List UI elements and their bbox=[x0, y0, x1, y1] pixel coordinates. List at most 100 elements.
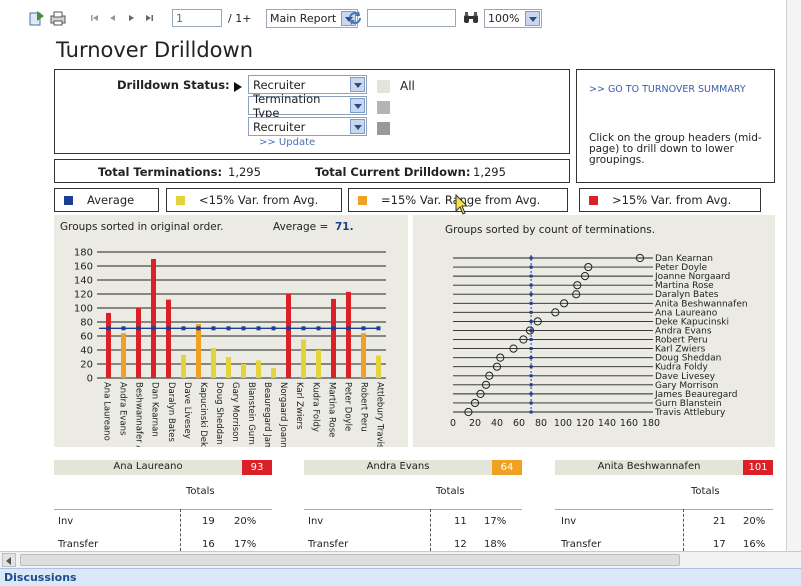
drilldown-all-label: All bbox=[400, 79, 415, 93]
table-cell-type: Transfer bbox=[58, 539, 99, 550]
table-cell-count: 19 bbox=[202, 516, 215, 527]
drilldown-select-2[interactable]: Termination Type bbox=[248, 92, 367, 120]
average-marker bbox=[226, 326, 231, 331]
update-link[interactable]: >> Update bbox=[259, 137, 315, 148]
bar bbox=[346, 291, 351, 378]
totals-header: Totals bbox=[436, 486, 465, 497]
discussions-bar[interactable]: Discussions bbox=[0, 568, 801, 586]
y-tick-label: 60 bbox=[80, 332, 93, 343]
table-cell-pct: 16% bbox=[743, 539, 766, 550]
table-cell-pct: 17% bbox=[234, 539, 257, 550]
x-tick-label: Andra Evans bbox=[118, 382, 128, 436]
x-tick-label: 140 bbox=[598, 418, 616, 429]
go-to-summary-link[interactable]: >> GO TO TURNOVER SUMMARY bbox=[589, 84, 746, 95]
last-page-icon[interactable] bbox=[140, 9, 158, 27]
print-icon[interactable] bbox=[49, 9, 67, 27]
scroll-left-icon[interactable] bbox=[2, 553, 16, 567]
x-tick-label: Kapucinski Deke bbox=[198, 382, 208, 447]
total-drilldown-value: 1,295 bbox=[473, 165, 506, 179]
drilldown-hint-text: Click on the group headers (mid-page) to… bbox=[589, 132, 762, 166]
bar bbox=[331, 298, 336, 378]
group-header-ana-laureano[interactable]: Ana Laureano 93 bbox=[54, 460, 272, 475]
average-marker bbox=[361, 326, 366, 331]
x-tick-label: Ana Laureano bbox=[102, 382, 112, 441]
totals-header: Totals bbox=[691, 486, 720, 497]
y-tick-label: 140 bbox=[74, 276, 93, 287]
y-tick-label: 40 bbox=[80, 346, 93, 357]
dot-chart-panel: Groups sorted by count of terminations. … bbox=[413, 215, 775, 447]
x-tick-label: Gary Morrison bbox=[230, 382, 240, 442]
total-terminations-label: Total Terminations: bbox=[98, 165, 223, 179]
y-tick-label: 100 bbox=[74, 304, 93, 315]
table-cell-count: 17 bbox=[713, 539, 726, 550]
average-marker bbox=[166, 326, 171, 331]
bar bbox=[271, 368, 276, 378]
average-marker bbox=[286, 326, 291, 331]
x-tick-label: Daralyn Bates bbox=[166, 382, 176, 443]
x-tick-label: 180 bbox=[642, 418, 660, 429]
binoculars-icon[interactable] bbox=[461, 9, 481, 27]
bar bbox=[196, 324, 201, 378]
group-header-andra-evans[interactable]: Andra Evans 64 bbox=[304, 460, 522, 475]
mouse-cursor-icon bbox=[455, 194, 469, 215]
bar bbox=[121, 333, 126, 378]
average-marker bbox=[316, 326, 321, 331]
scroll-thumb[interactable] bbox=[20, 554, 680, 566]
zoom-select-value: 100% bbox=[488, 12, 520, 25]
page-title: Turnover Drilldown bbox=[56, 38, 253, 62]
x-tick-label: Kudra Foldy bbox=[310, 382, 320, 432]
find-text-input[interactable] bbox=[367, 9, 456, 27]
bar bbox=[106, 312, 111, 378]
x-tick-label: Doug Sheddan bbox=[214, 382, 224, 445]
export-icon[interactable] bbox=[28, 9, 46, 27]
legend-swatch bbox=[589, 195, 598, 205]
drilldown-status-label: Drilldown Status: bbox=[117, 78, 230, 92]
x-tick-label: 60 bbox=[513, 418, 525, 429]
next-page-icon[interactable] bbox=[122, 9, 140, 27]
page-number-input[interactable] bbox=[172, 9, 222, 27]
vertical-scrollbar[interactable] bbox=[786, 0, 801, 551]
legend-label: >15% Var. from Avg. bbox=[612, 193, 732, 207]
totals-header: Totals bbox=[186, 486, 215, 497]
average-marker bbox=[181, 326, 186, 331]
group-header-anita-beshwannafen[interactable]: Anita Beshwannafen 101 bbox=[555, 460, 773, 475]
table-cell-type: Transfer bbox=[308, 539, 349, 550]
x-tick-label: Dan Kearnan bbox=[150, 382, 160, 437]
total-drilldown-label: Total Current Drilldown: bbox=[315, 165, 471, 179]
bar bbox=[136, 307, 141, 378]
group-table-1: Totals Inv 19 20% Transfer 16 17% bbox=[54, 478, 272, 551]
drilldown-select-3[interactable]: Recruiter bbox=[248, 117, 367, 136]
bar bbox=[226, 357, 231, 378]
x-tick-label: Norgaard Joanne bbox=[278, 382, 288, 447]
bar bbox=[241, 364, 246, 378]
x-tick-label: 100 bbox=[554, 418, 572, 429]
average-marker bbox=[196, 326, 201, 331]
prev-page-icon[interactable] bbox=[104, 9, 122, 27]
average-marker bbox=[256, 326, 261, 331]
legend-under-15: <15% Var. from Avg. bbox=[166, 188, 342, 212]
y-tick-label: 160 bbox=[74, 262, 93, 273]
group-table-2: Totals Inv 11 17% Transfer 12 18% bbox=[304, 478, 522, 551]
bar bbox=[211, 347, 216, 378]
zoom-select[interactable]: 100% bbox=[484, 9, 542, 28]
bar bbox=[316, 350, 321, 378]
x-tick-label: 0 bbox=[450, 418, 456, 429]
refresh-icon[interactable] bbox=[345, 9, 365, 27]
table-cell-type: Inv bbox=[308, 516, 324, 527]
report-select-value: Main Report bbox=[270, 12, 337, 25]
discussions-label: Discussions bbox=[4, 571, 77, 584]
level-swatch-3 bbox=[377, 122, 390, 135]
average-marker bbox=[106, 326, 111, 331]
first-page-icon[interactable] bbox=[86, 9, 104, 27]
page-total-label: / 1+ bbox=[228, 11, 252, 25]
chevron-down-icon bbox=[350, 119, 365, 134]
group-name: Anita Beshwannafen bbox=[597, 461, 701, 472]
horizontal-scrollbar[interactable] bbox=[0, 551, 801, 568]
drilldown-status-box: Drilldown Status: Recruiter Termination … bbox=[54, 69, 570, 154]
x-tick-label: Attlebury Travis bbox=[374, 382, 384, 447]
x-tick-label: 120 bbox=[576, 418, 594, 429]
bar-chart-panel: Groups sorted in original order. Average… bbox=[54, 215, 408, 447]
drilldown-select-2-value: Termination Type bbox=[253, 91, 321, 120]
average-marker bbox=[376, 326, 381, 331]
legend-label: Average bbox=[87, 193, 135, 207]
